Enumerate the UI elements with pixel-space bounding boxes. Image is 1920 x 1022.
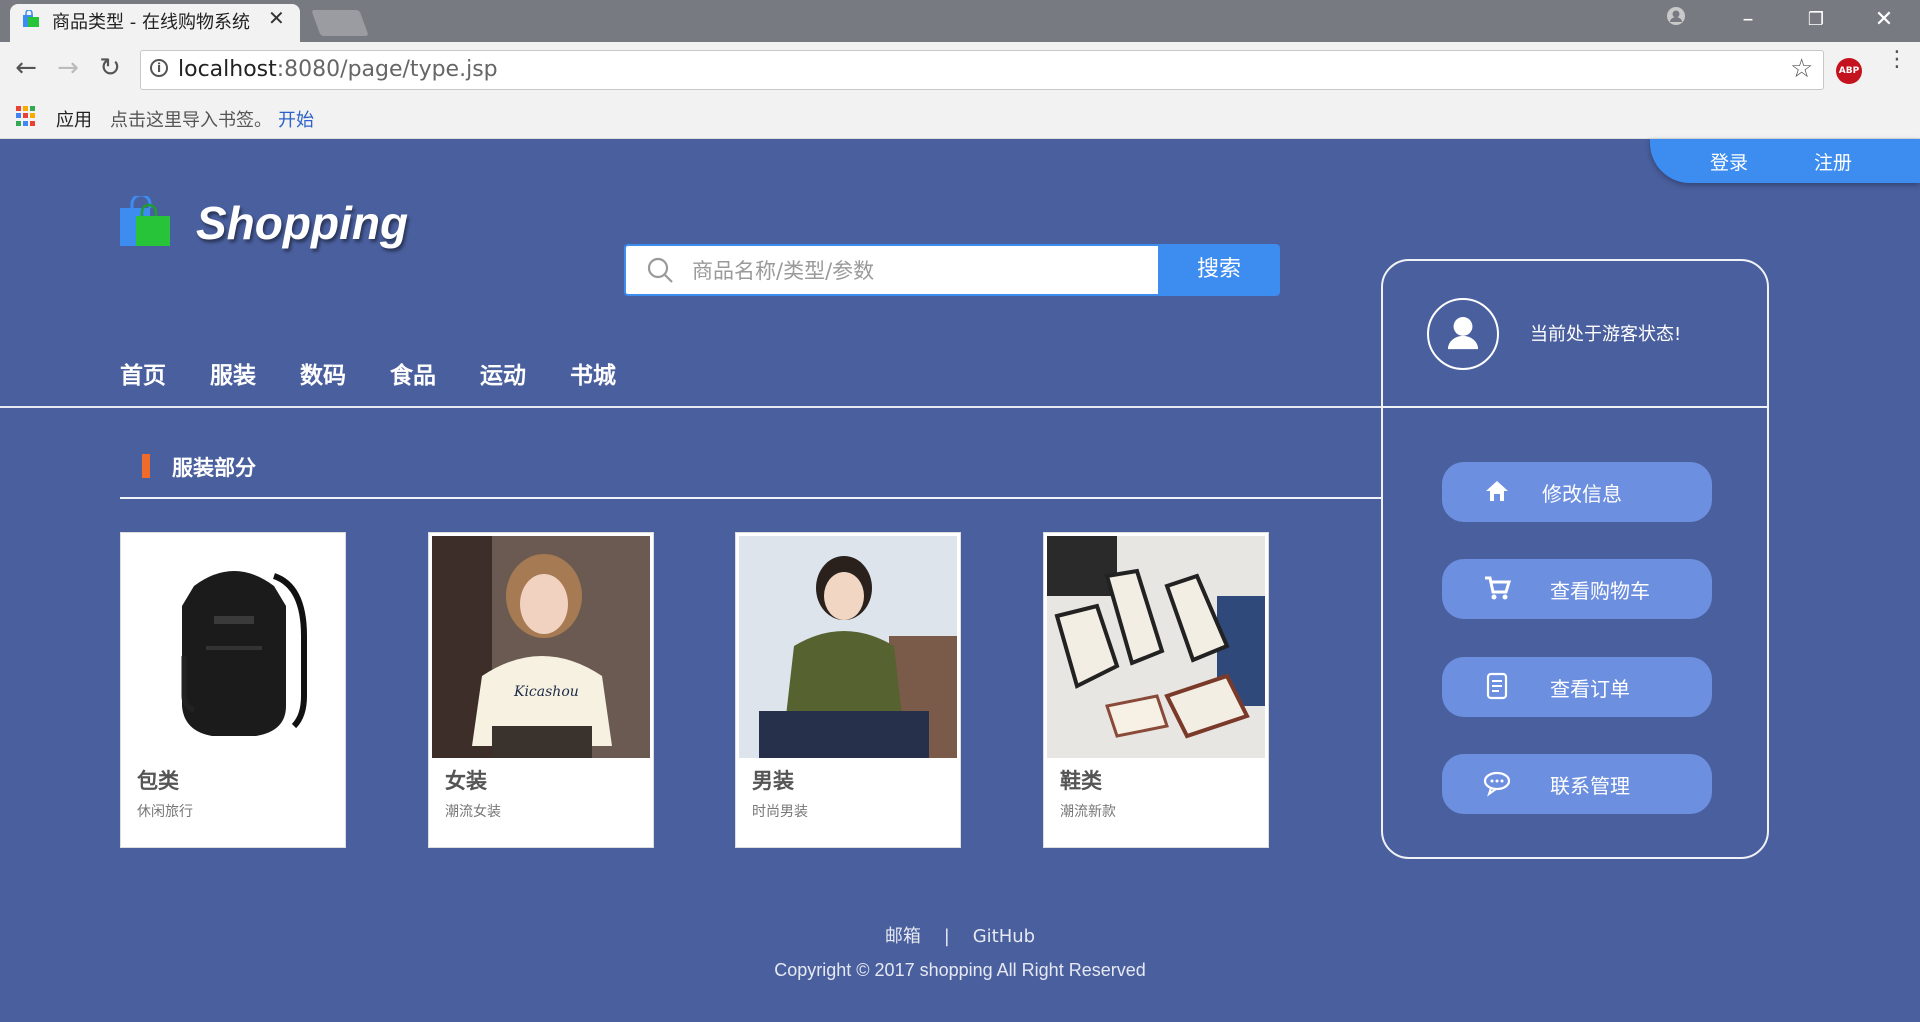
restore-button[interactable]: ❐ bbox=[1786, 4, 1846, 36]
cart-icon bbox=[1485, 576, 1512, 600]
shoes-product-image bbox=[1047, 536, 1265, 758]
document-icon bbox=[1486, 672, 1508, 700]
copyright-text: Copyright © 2017 shopping All Right Rese… bbox=[774, 960, 1146, 980]
search-icon bbox=[647, 257, 673, 283]
product-card-bags[interactable]: 包类 休闲旅行 bbox=[120, 532, 346, 848]
product-title: 包类 bbox=[137, 769, 179, 793]
chat-icon bbox=[1483, 771, 1511, 797]
user-avatar-icon[interactable] bbox=[1427, 298, 1499, 370]
site-info-icon[interactable]: i bbox=[150, 59, 168, 77]
bookmark-start-link[interactable]: 开始 bbox=[278, 106, 314, 132]
product-title: 女装 bbox=[445, 769, 487, 793]
footer-mail-link[interactable]: 邮箱 bbox=[885, 926, 921, 947]
guest-status-text: 当前处于游客状态! bbox=[1530, 324, 1682, 345]
register-link[interactable]: 注册 bbox=[1814, 148, 1852, 175]
site-logo-text[interactable]: Shopping bbox=[196, 196, 408, 250]
backpack-product-image bbox=[124, 536, 342, 758]
section-divider bbox=[120, 497, 1382, 499]
contact-admin-button[interactable]: 联系管理 bbox=[1442, 754, 1712, 814]
nav-item-home[interactable]: 首页 bbox=[120, 356, 166, 390]
tab-close-icon[interactable]: ✕ bbox=[268, 6, 285, 30]
product-title: 鞋类 bbox=[1060, 769, 1102, 793]
product-subtitle: 休闲旅行 bbox=[137, 804, 193, 820]
profile-icon[interactable] bbox=[1666, 6, 1686, 26]
mens-clothing-product-image bbox=[739, 536, 957, 758]
product-card-shoes[interactable]: 鞋类 潮流新款 bbox=[1043, 532, 1269, 848]
product-card-men[interactable]: 男装 时尚男装 bbox=[735, 532, 961, 848]
footer-github-link[interactable]: GitHub bbox=[973, 926, 1035, 947]
bookmark-import-hint: 点击这里导入书签。 bbox=[110, 110, 272, 131]
forward-arrow-icon[interactable]: → bbox=[52, 52, 84, 84]
url-text[interactable]: localhost:8080/page/type.jsp bbox=[178, 57, 498, 82]
close-window-button[interactable]: ✕ bbox=[1854, 4, 1914, 36]
womens-clothing-product-image: Kicashou bbox=[432, 536, 650, 758]
footer-separator: | bbox=[943, 926, 950, 947]
login-link[interactable]: 登录 bbox=[1710, 148, 1748, 175]
side-button-label: 查看订单 bbox=[1550, 677, 1630, 701]
adblock-extension-icon[interactable]: ABP bbox=[1836, 58, 1862, 84]
section-marker bbox=[142, 454, 150, 478]
url-path: :8080/page/type.jsp bbox=[276, 57, 498, 82]
section-title: 服装部分 bbox=[172, 456, 256, 480]
view-cart-button[interactable]: 查看购物车 bbox=[1442, 559, 1712, 619]
nav-divider bbox=[0, 406, 1382, 408]
minimize-button[interactable]: – bbox=[1718, 4, 1778, 36]
apps-grid-icon[interactable] bbox=[16, 106, 36, 126]
shopping-bag-favicon-icon bbox=[23, 10, 39, 27]
nav-item-sports[interactable]: 运动 bbox=[480, 356, 526, 390]
auth-bar bbox=[1650, 139, 1920, 183]
product-title: 男装 bbox=[752, 769, 794, 793]
svg-text:Kicashou: Kicashou bbox=[513, 684, 579, 700]
reload-icon[interactable]: ↻ bbox=[94, 52, 126, 84]
url-host: localhost bbox=[178, 57, 277, 82]
side-button-label: 修改信息 bbox=[1542, 482, 1622, 506]
new-tab-button[interactable] bbox=[311, 10, 369, 36]
edit-info-button[interactable]: 修改信息 bbox=[1442, 462, 1712, 522]
side-button-label: 查看购物车 bbox=[1550, 579, 1650, 603]
side-button-label: 联系管理 bbox=[1550, 774, 1630, 798]
shopping-bag-logo-icon bbox=[120, 196, 170, 246]
home-icon bbox=[1486, 481, 1508, 501]
bookmark-star-icon[interactable]: ☆ bbox=[1790, 54, 1813, 84]
bookmark-apps[interactable]: 应用 bbox=[56, 106, 92, 132]
view-orders-button[interactable]: 查看订单 bbox=[1442, 657, 1712, 717]
tab-title: 商品类型 - 在线购物系统 bbox=[52, 12, 250, 33]
search-button[interactable]: 搜索 bbox=[1158, 244, 1280, 296]
back-arrow-icon[interactable]: ← bbox=[10, 52, 42, 84]
side-panel-divider bbox=[1381, 406, 1769, 408]
product-subtitle: 潮流女装 bbox=[445, 804, 501, 820]
product-card-women[interactable]: Kicashou 女装 潮流女装 bbox=[428, 532, 654, 848]
product-subtitle: 时尚男装 bbox=[752, 804, 808, 820]
nav-item-food[interactable]: 食品 bbox=[390, 356, 436, 390]
product-subtitle: 潮流新款 bbox=[1060, 804, 1116, 820]
nav-item-clothing[interactable]: 服装 bbox=[210, 356, 256, 390]
search-input[interactable] bbox=[690, 250, 1144, 292]
nav-item-digital[interactable]: 数码 bbox=[300, 356, 346, 390]
footer-links: 邮箱 | GitHub bbox=[0, 922, 1920, 948]
nav-item-books[interactable]: 书城 bbox=[570, 356, 616, 390]
browser-menu-icon[interactable]: ⋮ bbox=[1886, 49, 1908, 71]
